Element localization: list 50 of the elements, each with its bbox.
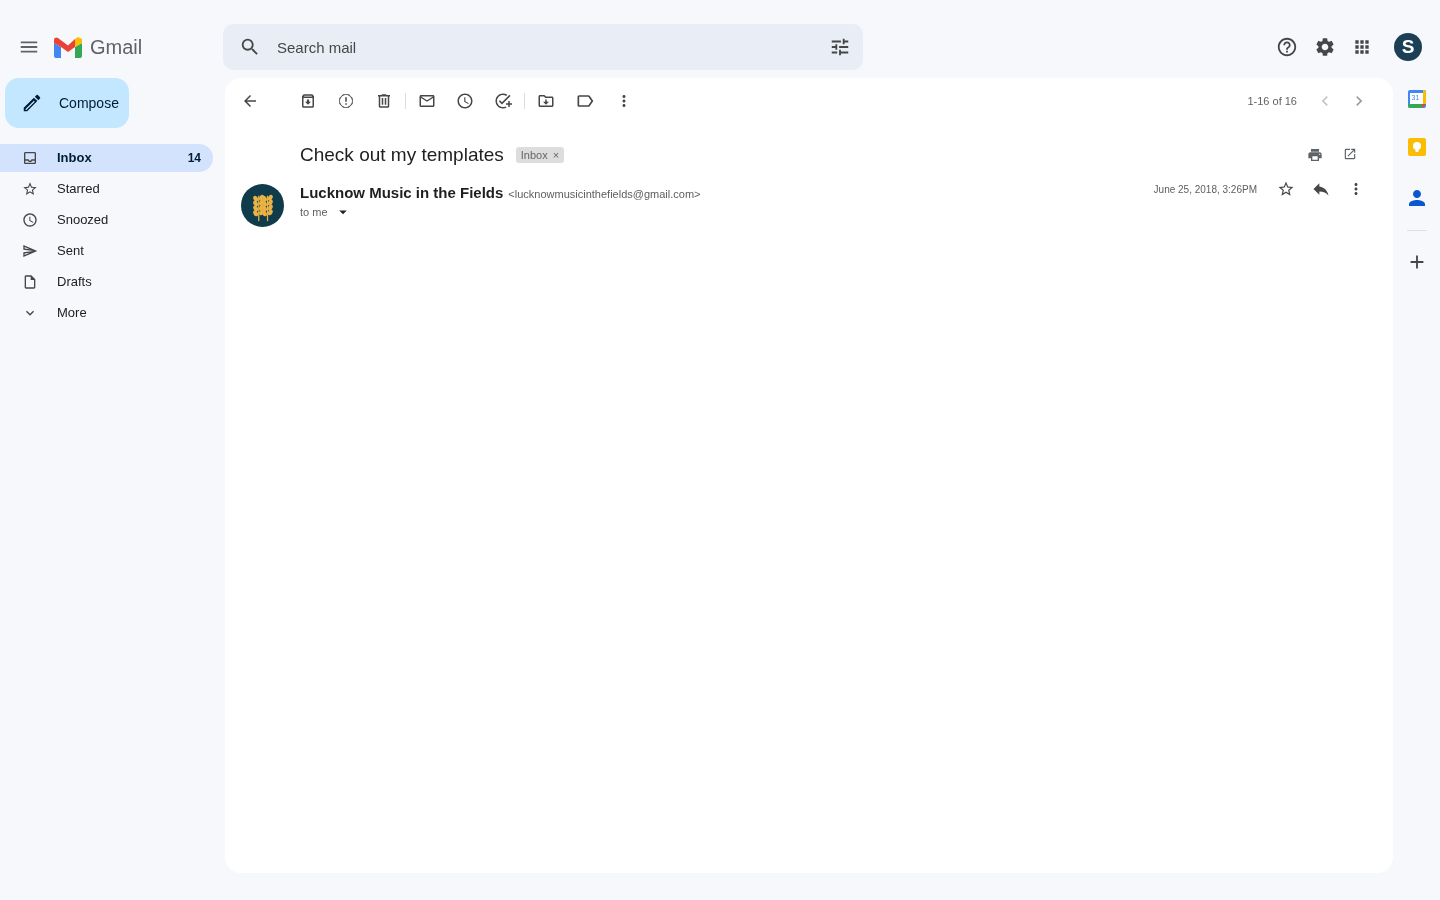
inbox-icon [22, 149, 38, 166]
document-icon [22, 273, 38, 290]
sender-email: <lucknowmusicinthefields@gmail.com> [508, 188, 701, 200]
star-icon [22, 180, 38, 197]
folder-label: Starred [57, 181, 100, 196]
move-to-folder-icon[interactable] [537, 92, 555, 110]
envelope-logo-icon [54, 36, 82, 58]
message-date: June 25, 2018, 3:26PM [1153, 183, 1257, 195]
help-icon[interactable] [1276, 36, 1298, 58]
sidebar-item[interactable]: Starred [0, 174, 213, 203]
star-icon[interactable] [1277, 180, 1295, 198]
send-icon [22, 242, 38, 259]
archive-icon[interactable] [299, 92, 317, 110]
email-subject: Check out my templates [300, 144, 504, 166]
pencil-icon [21, 92, 43, 114]
folder-label: More [57, 305, 87, 320]
report-spam-icon[interactable] [337, 92, 355, 110]
filter-sliders-icon[interactable] [829, 36, 851, 58]
folder-label: Inbox [57, 150, 92, 165]
add-task-icon[interactable] [494, 92, 512, 110]
search-field[interactable]: Search mail [275, 37, 815, 57]
folder-label: Snoozed [57, 212, 109, 227]
compose-button[interactable]: Compose [5, 78, 129, 128]
folder-label: Drafts [57, 274, 92, 289]
sender-name: Lucknow Music in the Fields [300, 184, 504, 201]
clock-icon [22, 211, 38, 228]
label-name: Inbox [520, 149, 548, 161]
remove-label-button[interactable]: × [552, 149, 560, 161]
settings-icon[interactable] [1314, 36, 1336, 58]
sidebar-item[interactable]: Sent [0, 236, 213, 265]
sidebar-item[interactable]: Drafts [0, 267, 213, 296]
sidebar-item[interactable]: Snoozed [0, 205, 213, 234]
open-new-window-icon[interactable] [1343, 147, 1357, 161]
envelope-icon[interactable] [418, 92, 436, 110]
recipient-text: to me [300, 206, 328, 218]
sidebar-item[interactable]: More [0, 298, 213, 327]
label-chip[interactable]: Inbox × [515, 147, 565, 163]
delete-icon[interactable] [375, 92, 393, 110]
account-avatar[interactable]: S [1394, 33, 1422, 61]
folder-label: Sent [57, 243, 84, 258]
sidebar-item[interactable]: Inbox 14 [0, 143, 213, 172]
print-icon[interactable] [1307, 147, 1323, 163]
clock-icon[interactable] [456, 92, 474, 110]
unread-count: 14 [187, 150, 201, 165]
wheat-logo-avatar [241, 184, 284, 227]
search-bar[interactable]: Search mail [223, 24, 863, 70]
apps-grid-icon[interactable] [1352, 37, 1372, 57]
app-name: Gmail [90, 35, 143, 59]
search-icon[interactable] [239, 36, 261, 58]
pagination-count: 1-16 of 16 [1247, 95, 1297, 107]
